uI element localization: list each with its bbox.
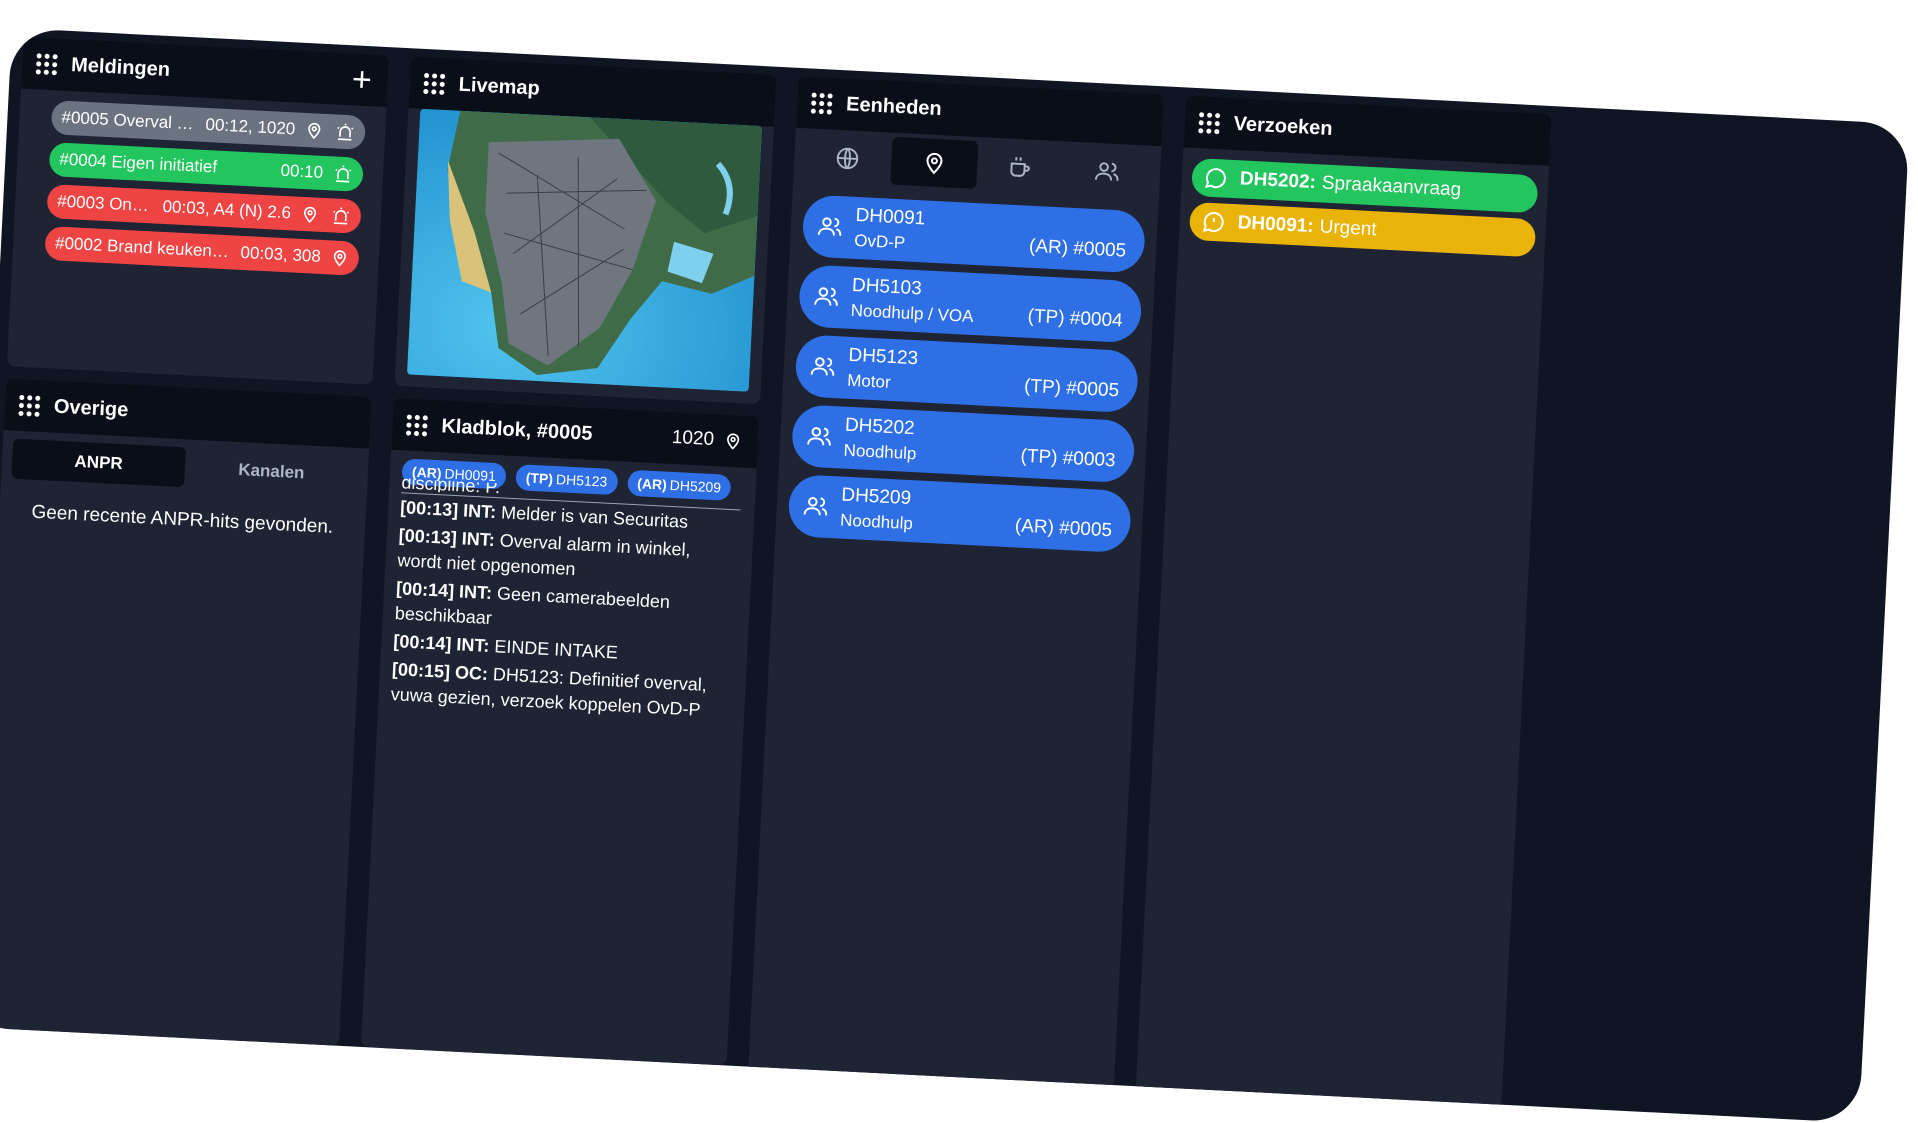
unit-role: Motor: [846, 370, 892, 392]
panel-title: Overige: [53, 395, 129, 421]
eenheden-panel: Eenheden DH0091 OvD-P (AR) #0005 DH5103 …: [747, 75, 1165, 1094]
alert-icon: [1202, 212, 1224, 233]
drag-handle-icon[interactable]: [810, 92, 833, 115]
drag-handle-icon[interactable]: [423, 72, 446, 95]
unit-name: DH5202: [844, 414, 916, 440]
unit-item[interactable]: DH5103 Noodhulp / VOA (TP) #0004: [797, 264, 1143, 344]
drag-handle-icon[interactable]: [18, 394, 41, 417]
unit-status: (AR) #0005: [1028, 235, 1127, 262]
melding-meta: 00:03, A4 (N) 2.6: [162, 196, 292, 223]
live-map[interactable]: [406, 108, 762, 392]
add-melding-button[interactable]: +: [351, 60, 373, 99]
dashboard-board: Meldingen + #0005 Overval alarm 00:12, 1…: [0, 28, 1910, 1123]
unit-role: Noodhulp: [839, 510, 914, 534]
panel-title: Livemap: [458, 73, 541, 100]
unit-role: OvD-P: [853, 230, 906, 253]
request-text: Urgent: [1319, 216, 1378, 241]
unit-role: Noodhulp / VOA: [850, 300, 974, 327]
melding-item[interactable]: #0003 Ongeval letsel ... 00:03, A4 (N) 2…: [46, 184, 362, 234]
units-list: DH0091 OvD-P (AR) #0005 DH5103 Noodhulp / …: [774, 184, 1158, 572]
users-icon: [814, 287, 838, 306]
drag-handle-icon[interactable]: [35, 52, 58, 75]
map-pin-icon[interactable]: [724, 431, 743, 452]
meldingen-panel: Meldingen + #0005 Overval alarm 00:12, 1…: [6, 36, 390, 385]
users-icon: [803, 497, 828, 516]
unit-name: DH5103: [851, 274, 923, 300]
drag-handle-icon[interactable]: [405, 413, 428, 437]
unit-status: (TP) #0003: [1020, 445, 1117, 472]
users-icon: [807, 427, 831, 446]
tab-location[interactable]: [889, 136, 979, 189]
tab-break[interactable]: [976, 141, 1065, 193]
melding-title: #0005 Overval alarm: [61, 107, 199, 135]
tab-kanalen[interactable]: Kanalen: [184, 447, 359, 496]
melding-item[interactable]: #0005 Overval alarm 00:12, 1020: [50, 100, 367, 150]
panel-title: Verzoeken: [1233, 112, 1334, 140]
globe-icon: [836, 147, 859, 170]
siren-icon[interactable]: [335, 121, 356, 142]
unit-status: (TP) #0005: [1023, 375, 1120, 402]
melding-meta: 00:12, 1020: [205, 114, 296, 139]
tab-globe[interactable]: [803, 132, 892, 184]
users-icon: [1094, 162, 1119, 181]
melding-title: #0004 Eigen initiatief: [58, 149, 218, 177]
melding-item[interactable]: #0004 Eigen initiatief 00:10: [48, 142, 364, 192]
tab-users[interactable]: [1062, 145, 1151, 197]
unit-name: DH5123: [847, 344, 919, 370]
unit-status: (AR) #0005: [1014, 515, 1113, 542]
request-text: Spraakaanvraag: [1321, 172, 1462, 201]
siren-icon[interactable]: [330, 205, 351, 226]
unit-item[interactable]: DH5202 Noodhulp (TP) #0003: [790, 404, 1136, 484]
melding-meta: 00:10: [280, 160, 324, 182]
unit-chip[interactable]: (AR) DH5209: [626, 469, 732, 501]
panel-title: Meldingen: [70, 53, 171, 81]
melding-title: #0003 Ongeval letsel ...: [56, 191, 156, 217]
message-icon: [1205, 168, 1226, 189]
unit-item[interactable]: DH5123 Motor (TP) #0005: [794, 334, 1140, 414]
melding-meta: 00:03, 308: [240, 242, 322, 266]
anpr-empty-message: Geen recente ANPR-hits gevonden.: [30, 501, 334, 538]
livemap-panel: Livemap: [394, 56, 777, 405]
melding-item[interactable]: #0002 Brand keuken (KLEIN) 00:03, 308: [44, 225, 360, 276]
coffee-icon: [1010, 157, 1031, 177]
incident-location: 1020: [671, 426, 715, 451]
map-pin-icon[interactable]: [330, 247, 349, 268]
unit-item[interactable]: DH5209 Noodhulp (AR) #0005: [787, 473, 1132, 554]
unit-name: DH0091: [855, 204, 926, 230]
panel-title: Eenheden: [845, 92, 943, 120]
map-image: [406, 108, 762, 392]
kladblok-panel: Kladblok, #0005 1020 (AR) DH0091 (TP) DH51…: [360, 397, 760, 1066]
requests-list: DH5202: Spraakaanvraag DH0091: Urgent: [1178, 147, 1549, 273]
siren-icon[interactable]: [333, 163, 354, 184]
unit-name: DH5209: [840, 484, 912, 510]
users-icon: [817, 217, 842, 236]
map-pin-icon: [926, 152, 943, 175]
tab-anpr[interactable]: ANPR: [11, 438, 187, 488]
unit-chip[interactable]: (TP) DH5123: [515, 464, 618, 496]
meldingen-list: #0005 Overval alarm 00:12, 1020 #0004 Ei…: [12, 89, 386, 277]
request-unit: DH0091:: [1237, 212, 1315, 238]
request-unit: DH5202:: [1239, 168, 1317, 194]
users-icon: [810, 357, 835, 376]
unit-item[interactable]: DH0091 OvD-P (AR) #0005: [801, 194, 1147, 274]
unit-role: Noodhulp: [843, 440, 917, 464]
panel-title: Kladblok, #0005: [440, 414, 593, 445]
map-pin-icon[interactable]: [300, 204, 319, 225]
map-pin-icon[interactable]: [305, 120, 324, 141]
unit-status: (TP) #0004: [1027, 305, 1124, 332]
drag-handle-icon[interactable]: [1198, 111, 1221, 134]
melding-title: #0002 Brand keuken (KLEIN): [54, 233, 234, 263]
kladblok-log: [00:13] INT: Melder is van Securitas [00…: [390, 492, 741, 725]
verzoeken-panel: Verzoeken DH5202: Spraakaanvraag DH0091:…: [1135, 95, 1552, 1113]
overige-panel: Overige ANPR Kanalen Geen recente ANPR-h…: [0, 378, 372, 1046]
